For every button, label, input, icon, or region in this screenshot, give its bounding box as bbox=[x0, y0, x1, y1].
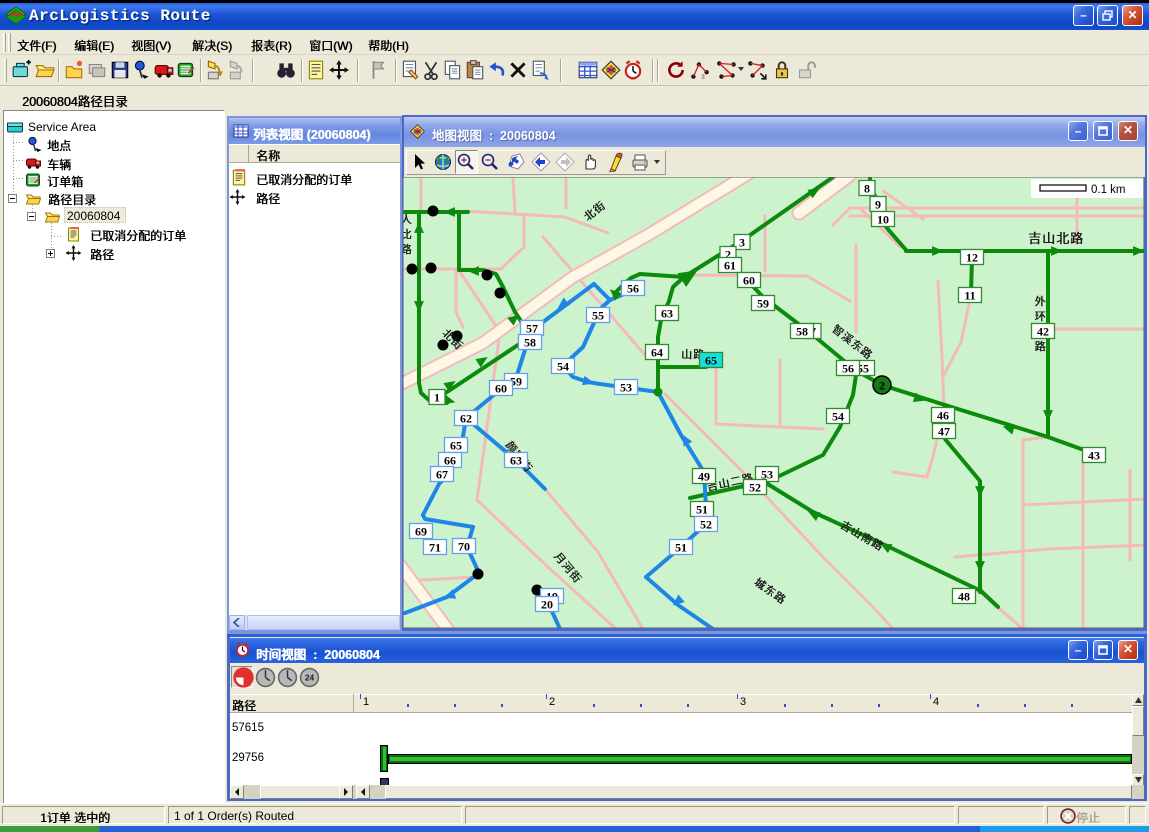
svg-text:2: 2 bbox=[879, 379, 885, 393]
svg-text:60: 60 bbox=[495, 382, 507, 396]
svg-text:63: 63 bbox=[510, 454, 522, 468]
svg-text:65: 65 bbox=[450, 439, 462, 453]
svg-text:66: 66 bbox=[444, 454, 456, 468]
svg-text:58: 58 bbox=[796, 325, 808, 339]
svg-text:71: 71 bbox=[429, 541, 441, 555]
svg-text:67: 67 bbox=[436, 468, 448, 482]
svg-text:1: 1 bbox=[434, 391, 440, 405]
svg-text:9: 9 bbox=[875, 198, 881, 212]
svg-text:58: 58 bbox=[524, 336, 536, 350]
svg-text:64: 64 bbox=[651, 346, 663, 360]
svg-text:路: 路 bbox=[403, 243, 412, 256]
svg-text:路: 路 bbox=[1035, 340, 1046, 353]
svg-text:47: 47 bbox=[938, 425, 950, 439]
svg-text:54: 54 bbox=[832, 410, 844, 424]
svg-text:51: 51 bbox=[696, 503, 708, 517]
svg-text:24: 24 bbox=[305, 673, 315, 683]
svg-text:56: 56 bbox=[627, 282, 639, 296]
svg-text:61: 61 bbox=[724, 259, 736, 273]
svg-text:63: 63 bbox=[661, 307, 673, 321]
svg-text:8: 8 bbox=[864, 182, 870, 196]
svg-text:43: 43 bbox=[1088, 449, 1100, 463]
svg-text:人: 人 bbox=[403, 213, 412, 226]
svg-text:20: 20 bbox=[541, 598, 553, 612]
svg-text:69: 69 bbox=[415, 525, 427, 539]
svg-text:52: 52 bbox=[749, 481, 761, 495]
svg-text:60: 60 bbox=[743, 274, 755, 288]
svg-text:57: 57 bbox=[526, 322, 538, 336]
svg-text:3: 3 bbox=[701, 74, 705, 81]
svg-text:12: 12 bbox=[966, 251, 978, 265]
svg-text:54: 54 bbox=[557, 360, 569, 374]
svg-text:3: 3 bbox=[739, 236, 745, 250]
svg-text:52: 52 bbox=[700, 518, 712, 532]
svg-text:51: 51 bbox=[675, 541, 687, 555]
svg-text:0.1 km: 0.1 km bbox=[1091, 184, 1126, 196]
svg-text:外: 外 bbox=[1035, 295, 1046, 308]
svg-text:吉山北路: 吉山北路 bbox=[1028, 231, 1084, 246]
svg-text:42: 42 bbox=[1037, 325, 1049, 339]
svg-text:70: 70 bbox=[458, 540, 470, 554]
svg-text:59: 59 bbox=[757, 297, 769, 311]
svg-text:比: 比 bbox=[403, 228, 412, 241]
svg-text:56: 56 bbox=[842, 362, 854, 376]
svg-text:55: 55 bbox=[592, 309, 604, 323]
svg-text:53: 53 bbox=[620, 381, 632, 395]
svg-text:48: 48 bbox=[958, 590, 970, 604]
svg-text:65: 65 bbox=[705, 354, 717, 368]
svg-text:11: 11 bbox=[964, 289, 975, 303]
svg-text:10: 10 bbox=[877, 213, 889, 227]
svg-text:环: 环 bbox=[1035, 311, 1046, 323]
svg-text:46: 46 bbox=[937, 409, 949, 423]
svg-text:49: 49 bbox=[698, 470, 710, 484]
svg-text:62: 62 bbox=[460, 412, 472, 426]
